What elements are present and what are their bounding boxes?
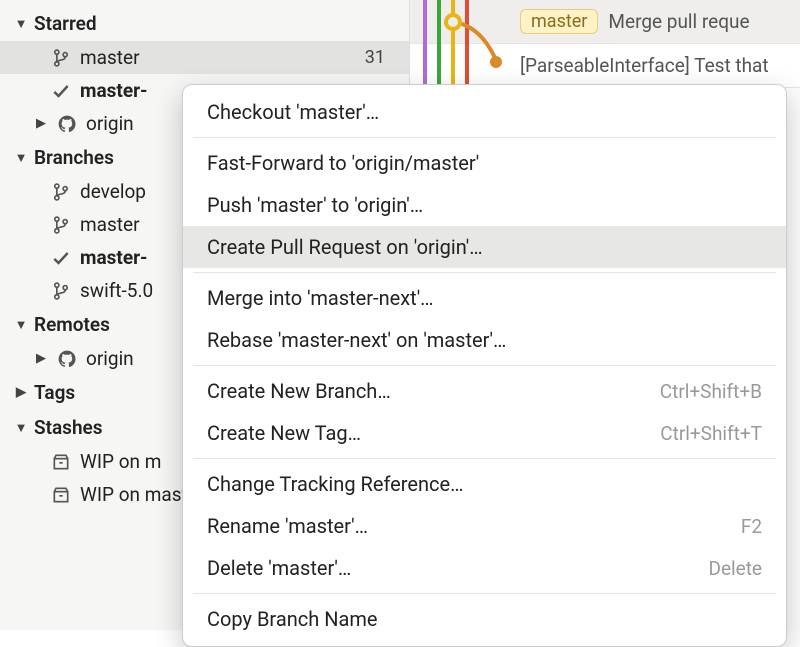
branch-icon — [50, 280, 72, 302]
section-label: Starred — [34, 12, 97, 35]
menu-shortcut: F2 — [741, 515, 762, 538]
menu-create-pull-request[interactable]: Create Pull Request on 'origin'… — [183, 226, 786, 268]
stash-icon — [50, 484, 72, 506]
menu-new-tag[interactable]: Create New Tag… Ctrl+Shift+T — [183, 412, 786, 454]
menu-separator — [193, 593, 776, 594]
tree-item-label: swift-5.0 — [80, 279, 153, 302]
menu-label: Checkout 'master'… — [207, 100, 379, 124]
section-starred[interactable]: ▼ Starred — [0, 6, 409, 41]
chevron-right-icon: ▶ — [34, 116, 48, 131]
tree-item-label: origin — [86, 347, 134, 370]
menu-push[interactable]: Push 'master' to 'origin'… — [183, 184, 786, 226]
branch-icon — [50, 47, 72, 69]
chevron-right-icon: ▶ — [34, 351, 48, 366]
menu-merge[interactable]: Merge into 'master-next'… — [183, 277, 786, 319]
chevron-down-icon: ▼ — [14, 317, 28, 333]
behind-count: 31 — [365, 47, 399, 68]
tree-item-master[interactable]: master 31 — [0, 41, 409, 74]
branch-context-menu: Checkout 'master'… Fast-Forward to 'orig… — [182, 84, 787, 647]
section-label: Branches — [34, 146, 114, 169]
menu-label: Push 'master' to 'origin'… — [207, 193, 423, 217]
menu-label: Copy Branch Name — [207, 607, 377, 631]
commit-row[interactable]: master Merge pull reque — [410, 0, 800, 44]
tree-item-label: master — [80, 213, 140, 236]
commit-message: [ParseableInterface] Test that — [520, 54, 769, 77]
chevron-right-icon: ▶ — [14, 385, 28, 400]
menu-shortcut: Ctrl+Shift+B — [660, 380, 762, 403]
chevron-down-icon: ▼ — [14, 420, 28, 436]
menu-rename[interactable]: Rename 'master'… F2 — [183, 505, 786, 547]
menu-change-tracking[interactable]: Change Tracking Reference… — [183, 463, 786, 505]
menu-shortcut: Ctrl+Shift+T — [660, 422, 762, 445]
commit-message: Merge pull reque — [608, 10, 749, 33]
menu-label: Rebase 'master-next' on 'master'… — [207, 328, 506, 352]
section-label: Remotes — [34, 313, 110, 336]
section-label: Stashes — [34, 416, 103, 439]
branch-icon — [50, 181, 72, 203]
menu-label: Delete 'master'… — [207, 556, 351, 580]
menu-fast-forward[interactable]: Fast-Forward to 'origin/master' — [183, 142, 786, 184]
menu-copy-branch-name[interactable]: Copy Branch Name — [183, 598, 786, 640]
menu-rebase[interactable]: Rebase 'master-next' on 'master'… — [183, 319, 786, 361]
stash-icon — [50, 451, 72, 473]
menu-checkout[interactable]: Checkout 'master'… — [183, 91, 786, 133]
menu-separator — [193, 365, 776, 366]
commit-row[interactable]: [ParseableInterface] Test that — [410, 44, 800, 88]
menu-label: Merge into 'master-next'… — [207, 286, 434, 310]
menu-separator — [193, 137, 776, 138]
tree-item-label: origin — [86, 112, 134, 135]
menu-shortcut: Delete — [708, 557, 762, 580]
menu-label: Fast-Forward to 'origin/master' — [207, 151, 479, 175]
chevron-down-icon: ▼ — [14, 16, 28, 32]
menu-label: Create New Tag… — [207, 421, 361, 445]
tree-item-label: master- — [80, 246, 148, 269]
branch-chip[interactable]: master — [520, 9, 598, 34]
tree-item-label: develop — [80, 180, 146, 203]
menu-delete[interactable]: Delete 'master'… Delete — [183, 547, 786, 589]
menu-separator — [193, 458, 776, 459]
tree-item-label: master- — [80, 79, 148, 102]
menu-separator — [193, 272, 776, 273]
tree-item-label: master — [80, 46, 140, 69]
check-icon — [50, 80, 72, 102]
menu-new-branch[interactable]: Create New Branch… Ctrl+Shift+B — [183, 370, 786, 412]
check-icon — [50, 247, 72, 269]
tree-item-label: WIP on m — [80, 450, 161, 473]
section-label: Tags — [34, 381, 75, 404]
github-icon — [56, 113, 78, 135]
menu-label: Create Pull Request on 'origin'… — [207, 235, 483, 259]
menu-label: Create New Branch… — [207, 379, 391, 403]
menu-label: Change Tracking Reference… — [207, 472, 463, 496]
branch-icon — [50, 214, 72, 236]
chevron-down-icon: ▼ — [14, 150, 28, 166]
menu-label: Rename 'master'… — [207, 514, 368, 538]
github-icon — [56, 348, 78, 370]
